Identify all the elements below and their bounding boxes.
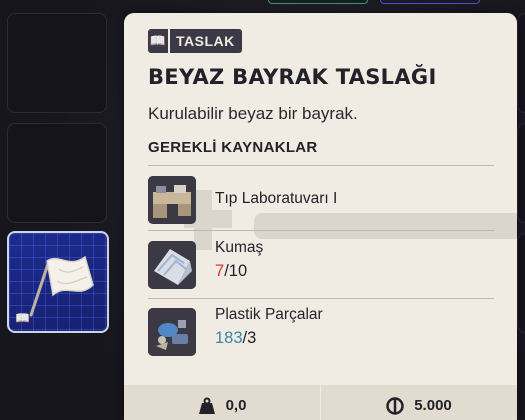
blueprint-badge: 📖 TASLAK — [148, 29, 242, 53]
white-flag-icon — [29, 255, 94, 317]
quantity-have: 7 — [215, 262, 225, 280]
quantity-need: /10 — [224, 262, 248, 280]
inventory-slot[interactable] — [7, 123, 107, 223]
item-description: Kurulabilir beyaz bir bayrak. — [148, 104, 358, 123]
slot-top-edge — [268, 0, 368, 4]
inventory-slot-edge — [517, 233, 525, 333]
quantity-have: 183 — [215, 329, 243, 347]
plastic-parts-icon — [148, 308, 196, 356]
value-amount: 5.000 — [414, 397, 452, 414]
medical-lab-icon — [148, 176, 196, 224]
badge-label: TASLAK — [176, 33, 235, 49]
resource-name: Plastik Parçalar — [215, 306, 323, 323]
blueprint-book-icon: 📖 — [15, 311, 30, 325]
resource-name: Tıp Laboratuvarı I — [215, 190, 338, 207]
weight-value: 0,0 — [225, 397, 247, 414]
inventory-screen: 📖 📖 TASLAK BEYAZ BAYRAK TASLAĞI Kurulabi… — [0, 0, 525, 420]
coin-icon — [386, 396, 404, 415]
resource-quantity: 7/10 — [215, 262, 247, 281]
resource-row: Tıp Laboratuvarı I — [148, 171, 494, 227]
fabric-icon — [148, 241, 196, 289]
divider — [148, 298, 494, 299]
resource-name: Kumaş — [215, 239, 264, 256]
inventory-slot-white-flag-blueprint[interactable]: 📖 — [7, 231, 109, 333]
resource-quantity: 183/3 — [215, 329, 256, 348]
book-icon: 📖 — [148, 29, 170, 53]
divider — [148, 230, 494, 231]
inventory-slot-edge — [517, 13, 525, 113]
weight-stat: 0,0 — [124, 385, 320, 420]
weight-icon — [198, 397, 215, 414]
required-resources-heading: GEREKLİ KAYNAKLAR — [148, 139, 318, 156]
inventory-slot-edge — [517, 123, 525, 223]
slot-top-edge — [380, 0, 480, 4]
item-stats-footer: 0,0 5.000 — [124, 385, 517, 420]
item-tooltip: 📖 TASLAK BEYAZ BAYRAK TASLAĞI Kurulabili… — [124, 13, 517, 420]
value-stat: 5.000 — [321, 385, 517, 420]
resource-row: Plastik Parçalar 183/3 — [148, 303, 494, 359]
inventory-slot[interactable] — [7, 13, 107, 113]
quantity-need: /3 — [242, 329, 257, 347]
resource-row: Kumaş 7/10 — [148, 236, 494, 292]
divider — [148, 165, 494, 166]
item-title: BEYAZ BAYRAK TASLAĞI — [148, 65, 437, 89]
